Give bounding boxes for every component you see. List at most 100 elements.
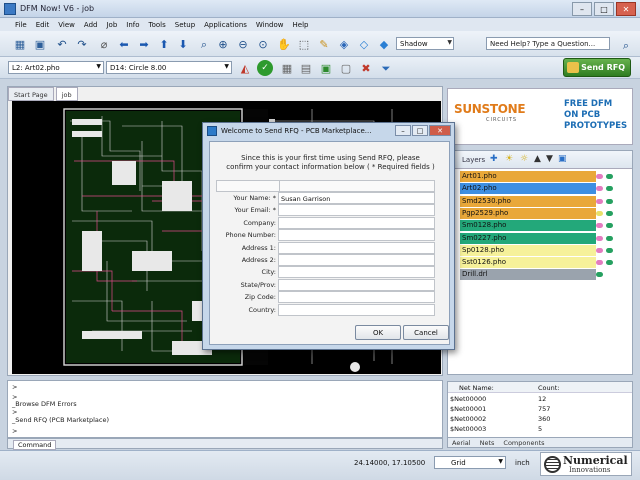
layer-combo[interactable]: L2: Art02.pho ▼ xyxy=(8,61,104,74)
net-name-cell[interactable]: $Net00003 xyxy=(450,425,486,435)
layer-box-icon[interactable]: ▢ xyxy=(338,60,354,76)
attach-icon[interactable]: ⌀ xyxy=(96,36,112,52)
layer-options-icon[interactable]: ▣ xyxy=(558,155,567,164)
grid-icon[interactable]: ▦ xyxy=(279,60,295,76)
tab-components[interactable]: Components xyxy=(503,439,544,447)
help-search-icon[interactable]: ⌕ xyxy=(618,37,634,53)
layer-row[interactable]: Smd2530.pho xyxy=(460,195,596,207)
zoom-icon[interactable]: ⌕ xyxy=(196,36,212,52)
dcode-combo[interactable]: D14: Circle 8.00 ▼ xyxy=(106,61,232,74)
pan-left-icon[interactable]: ⬅ xyxy=(116,36,132,52)
fill-icon[interactable]: ◈ xyxy=(336,36,352,52)
layer-color-swatch[interactable] xyxy=(596,198,603,204)
layer-color-swatch[interactable] xyxy=(596,235,603,241)
tab-command[interactable]: Command xyxy=(13,440,57,450)
zoom-fit-icon[interactable]: ⊙ xyxy=(255,36,271,52)
diamond-icon[interactable]: ◇ xyxy=(356,36,372,52)
tab-job[interactable]: job xyxy=(55,87,78,101)
move-down-icon[interactable]: ▼ xyxy=(546,155,553,164)
form-input[interactable] xyxy=(278,278,435,291)
menu-item-edit[interactable]: Edit xyxy=(36,21,50,29)
layer-row[interactable]: Sst0126.pho xyxy=(460,257,596,269)
grid-select[interactable]: Grid ▼ xyxy=(434,456,506,469)
maximize-button[interactable]: □ xyxy=(594,2,614,16)
menu-item-add[interactable]: Add xyxy=(84,21,98,29)
add-icon[interactable]: ✚ xyxy=(490,155,498,164)
tab-aerial[interactable]: Aerial xyxy=(452,439,471,447)
pan-up-icon[interactable]: ⬆ xyxy=(156,36,172,52)
menu-item-setup[interactable]: Setup xyxy=(175,21,195,29)
form-input[interactable] xyxy=(278,216,435,229)
dialog-minimize-button[interactable]: – xyxy=(395,125,411,136)
layer-row[interactable]: Sm0128.pho xyxy=(460,220,596,232)
layer-color-swatch[interactable] xyxy=(596,247,603,253)
menu-item-file[interactable]: File xyxy=(15,21,27,29)
dialog-maximize-button[interactable]: □ xyxy=(412,125,428,136)
form-input[interactable] xyxy=(278,291,435,304)
cancel-button[interactable]: Cancel xyxy=(403,325,449,340)
form-input[interactable]: Susan Garrison xyxy=(278,192,435,204)
menu-item-applications[interactable]: Applications xyxy=(204,21,247,29)
undo-icon[interactable]: ↶ xyxy=(54,36,70,52)
layer-color-swatch[interactable] xyxy=(596,210,603,216)
select-icon[interactable]: ⬚ xyxy=(296,36,312,52)
menu-item-job[interactable]: Job xyxy=(106,21,117,29)
close-window-button[interactable]: ✕ xyxy=(616,2,636,16)
net-name-header[interactable]: Net Name: xyxy=(459,384,494,392)
layer-color-swatch[interactable] xyxy=(606,260,613,266)
layer-color-swatch[interactable] xyxy=(596,186,603,192)
form-input[interactable] xyxy=(278,303,435,316)
layer-color-swatch[interactable] xyxy=(606,210,613,216)
render-mode-select[interactable]: Shadow ▼ xyxy=(396,37,454,50)
minimize-button[interactable]: – xyxy=(572,2,592,16)
form-input[interactable] xyxy=(278,241,435,254)
unit-label[interactable]: inch xyxy=(515,459,530,467)
grid-toggle-icon[interactable]: ▤ xyxy=(298,60,314,76)
form-input[interactable] xyxy=(278,229,435,242)
tab-nets[interactable]: Nets xyxy=(480,439,495,447)
layer-color-swatch[interactable] xyxy=(606,186,613,192)
move-up-icon[interactable]: ▲ xyxy=(534,155,541,164)
hand-icon[interactable]: ✋ xyxy=(276,36,292,52)
layer-color-swatch[interactable] xyxy=(606,174,613,179)
help-search-input[interactable]: Need Help? Type a Question... xyxy=(486,37,610,50)
zoom-out-icon[interactable]: ⊖ xyxy=(235,36,251,52)
layer-row[interactable]: Sm0227.pho xyxy=(460,232,596,244)
layer-row[interactable]: Art01.pho xyxy=(460,171,596,182)
layer-color-swatch[interactable] xyxy=(606,235,613,241)
delete-icon[interactable]: ✖ xyxy=(358,60,374,76)
layer-color-swatch[interactable] xyxy=(596,174,603,179)
layer-color-swatch[interactable] xyxy=(606,247,613,253)
form-input[interactable] xyxy=(278,204,435,217)
form-input[interactable] xyxy=(278,266,435,279)
zoom-in-icon[interactable]: ⊕ xyxy=(215,36,231,52)
layer-row[interactable]: Sp0128.pho xyxy=(460,244,596,256)
layer-row[interactable]: Art02.pho xyxy=(460,183,596,195)
menu-item-view[interactable]: View xyxy=(58,21,75,29)
filter-icon[interactable]: ⏷ xyxy=(378,60,394,76)
net-name-cell[interactable]: $Net00002 xyxy=(450,415,486,425)
add-layer-icon[interactable]: ▣ xyxy=(318,60,334,76)
bulb-off-icon[interactable]: ☼ xyxy=(520,155,528,164)
save-icon[interactable]: ▣ xyxy=(32,36,48,52)
net-name-cell[interactable]: $Net00000 xyxy=(450,395,486,405)
layer-row[interactable]: Drill.drl xyxy=(460,269,596,281)
menu-item-info[interactable]: Info xyxy=(126,21,139,29)
shapes-icon[interactable]: ◭ xyxy=(237,60,253,76)
render-icon[interactable]: ◆ xyxy=(376,36,392,52)
check-icon[interactable]: ✓ xyxy=(257,60,273,76)
net-name-cell[interactable]: $Net00001 xyxy=(450,405,486,415)
tab-start-page[interactable]: Start Page xyxy=(8,87,54,101)
pan-down-icon[interactable]: ⬇ xyxy=(175,36,191,52)
ok-button[interactable]: OK xyxy=(355,325,401,340)
dialog-close-button[interactable]: ✕ xyxy=(429,125,451,136)
form-input[interactable] xyxy=(278,254,435,266)
send-rfq-button[interactable]: Send RFQ xyxy=(563,58,631,77)
open-icon[interactable]: ▦ xyxy=(12,36,28,52)
redo-icon[interactable]: ↷ xyxy=(74,36,90,52)
layer-color-swatch[interactable] xyxy=(596,223,603,229)
menu-item-help[interactable]: Help xyxy=(293,21,309,29)
bulb-icon[interactable]: ☀ xyxy=(505,155,513,164)
highlight-icon[interactable]: ✎ xyxy=(316,36,332,52)
layer-color-swatch[interactable] xyxy=(606,223,613,229)
